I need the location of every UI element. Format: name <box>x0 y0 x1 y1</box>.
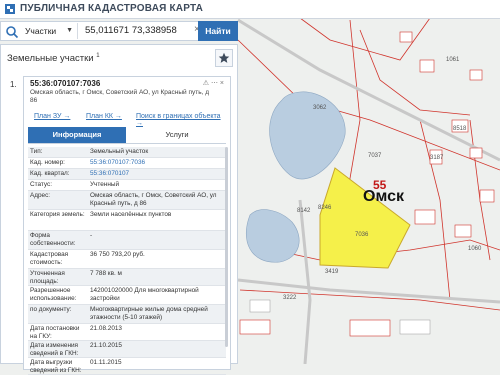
link-plan-zu[interactable]: План ЗУ → <box>34 113 70 120</box>
info-row: Уточненная площадь: 7 788 кв. м <box>28 269 226 286</box>
info-row-value: 142001020000 Для многоквартирной застрой… <box>90 287 199 302</box>
info-row-value: - <box>90 232 93 239</box>
info-row-key: Форма собственности: <box>30 232 76 247</box>
info-row-key: Дата изменения сведений в ГКН: <box>30 342 79 357</box>
info-table: Тип: Земельный участок Кад. номер: 55:36:07… <box>28 147 226 375</box>
map-parcel-label: 1061 <box>446 57 460 63</box>
map-parcel-label: 1060 <box>468 246 482 252</box>
map-parcel-label: 3419 <box>325 269 339 275</box>
panel-heading-label: Земельные участки <box>7 53 94 65</box>
info-row-key: Дата постановки на ГКУ: <box>30 325 80 340</box>
map-parcel-label: 3062 <box>313 105 327 111</box>
map-parcel-label: 7036 <box>355 232 369 238</box>
info-row-value: Многоквартирные жилые дома средней этажн… <box>90 306 208 321</box>
info-row-key: Адрес: <box>30 192 51 199</box>
app-title: ПУБЛИЧНАЯ КАДАСТРОВАЯ КАРТА <box>20 3 204 14</box>
search-category-label: Участки <box>25 26 57 36</box>
info-row: по документу: Многоквартирные жилые дома … <box>28 305 226 324</box>
info-row-value: Земли населённых пунктов <box>90 211 172 218</box>
info-row-value[interactable]: 55:36:070107 <box>90 170 222 178</box>
result-index: 1. <box>10 80 17 89</box>
info-row: Адрес: Омская область, г Омск, Советский … <box>28 191 226 210</box>
scrollbar[interactable] <box>225 147 228 347</box>
info-row: Тип: Земельный участок <box>28 147 226 158</box>
info-row: Кад. номер: 55:36:070107:7036 <box>28 158 226 169</box>
card-tools-icon[interactable]: ⚠ ⋯ × <box>203 79 224 87</box>
result-count: 1 <box>96 53 100 59</box>
info-row-value: 36 750 793,20 руб. <box>90 251 145 258</box>
info-row-key: Уточненная площадь: <box>30 270 65 285</box>
result-cad-number[interactable]: 55:36:070107:7036 <box>30 79 100 88</box>
info-row-value: 7 788 кв. м <box>90 270 122 277</box>
info-row-value: Земельный участок <box>90 148 149 155</box>
info-row-value: 21.08.2013 <box>90 325 122 332</box>
map-parcel-label: 3187 <box>430 155 444 161</box>
info-row: Разрешенное использование: 142001020000 Д… <box>28 286 226 305</box>
star-icon <box>218 52 230 63</box>
info-row: Дата изменения сведений в ГКН: 21.10.2015 <box>28 341 226 358</box>
info-row: Форма собственности: - <box>28 231 226 250</box>
search-bar: Участки ▼ × Найти <box>0 21 238 41</box>
map-parcel-label: 8246 <box>318 205 332 211</box>
find-button[interactable]: Найти <box>198 21 238 41</box>
info-row-key: Тип: <box>30 148 43 155</box>
info-row-value[interactable]: 55:36:070107:7036 <box>90 159 222 167</box>
info-row: Дата выгрузки сведений из ГКН: 01.11.2015 <box>28 358 226 375</box>
result-links: План ЗУ → План КК → Поиск в границах объ… <box>30 113 228 127</box>
header-bar: ПУБЛИЧНАЯ КАДАСТРОВАЯ КАРТА <box>0 0 500 19</box>
info-row-key: Разрешенное использование: <box>30 287 77 302</box>
search-input[interactable] <box>85 23 195 39</box>
search-icon[interactable] <box>4 24 20 40</box>
result-card[interactable]: 1. 55:36:070107:7036 ⚠ ⋯ × Омская област… <box>10 76 231 375</box>
info-row-key: Дата выгрузки сведений из ГКН: <box>30 359 82 374</box>
chevron-down-icon: ▼ <box>66 27 73 34</box>
panel-heading: Земельные участки 1 <box>7 53 100 64</box>
info-row-value: 01.11.2015 <box>90 359 122 366</box>
result-address: Омская область, г Омск, Советский АО, ул… <box>30 89 210 104</box>
map-parcel-label: 7037 <box>368 153 382 159</box>
tab-services[interactable]: Услуги <box>128 127 226 143</box>
link-search-boundaries[interactable]: Поиск в границах объекта → <box>136 113 228 127</box>
info-row-key: Кад. квартал: <box>30 170 70 177</box>
info-row-value: 21.10.2015 <box>90 342 122 349</box>
info-row: Категория земель: Земли населённых пункто… <box>28 210 226 231</box>
info-row-key: по документу: <box>30 306 72 313</box>
tabs: Информация Услуги <box>28 127 226 144</box>
info-row-key: Кадастровая стоимость: <box>30 251 69 266</box>
info-row-value: Омская область, г Омск, Советский АО, ул… <box>90 192 217 207</box>
info-row: Кадастровая стоимость: 36 750 793,20 руб. <box>28 250 226 269</box>
info-row: Статус: Учтенный <box>28 180 226 191</box>
info-row-value: Учтенный <box>90 181 120 188</box>
info-row-key: Категория земель: <box>30 211 85 218</box>
city-label: Омск <box>363 188 404 205</box>
info-row-key: Кад. номер: <box>30 159 65 166</box>
link-plan-kk[interactable]: План КК → <box>86 113 122 120</box>
map-logo-icon <box>5 4 15 14</box>
tab-information[interactable]: Информация <box>28 127 126 143</box>
pin-button[interactable] <box>215 49 233 67</box>
info-row-key: Статус: <box>30 181 52 188</box>
map-parcel-label: 8142 <box>297 208 311 214</box>
map-parcel-label: 8518 <box>453 126 467 132</box>
info-row: Кад. квартал: 55:36:070107 <box>28 169 226 180</box>
info-row: Дата постановки на ГКУ: 21.08.2013 <box>28 324 226 341</box>
map-parcel-label: 3222 <box>283 295 297 301</box>
results-panel: Земельные участки 1 1. 55:36:070107:7036… <box>0 44 238 375</box>
search-category-select[interactable]: Участки ▼ <box>25 23 78 39</box>
